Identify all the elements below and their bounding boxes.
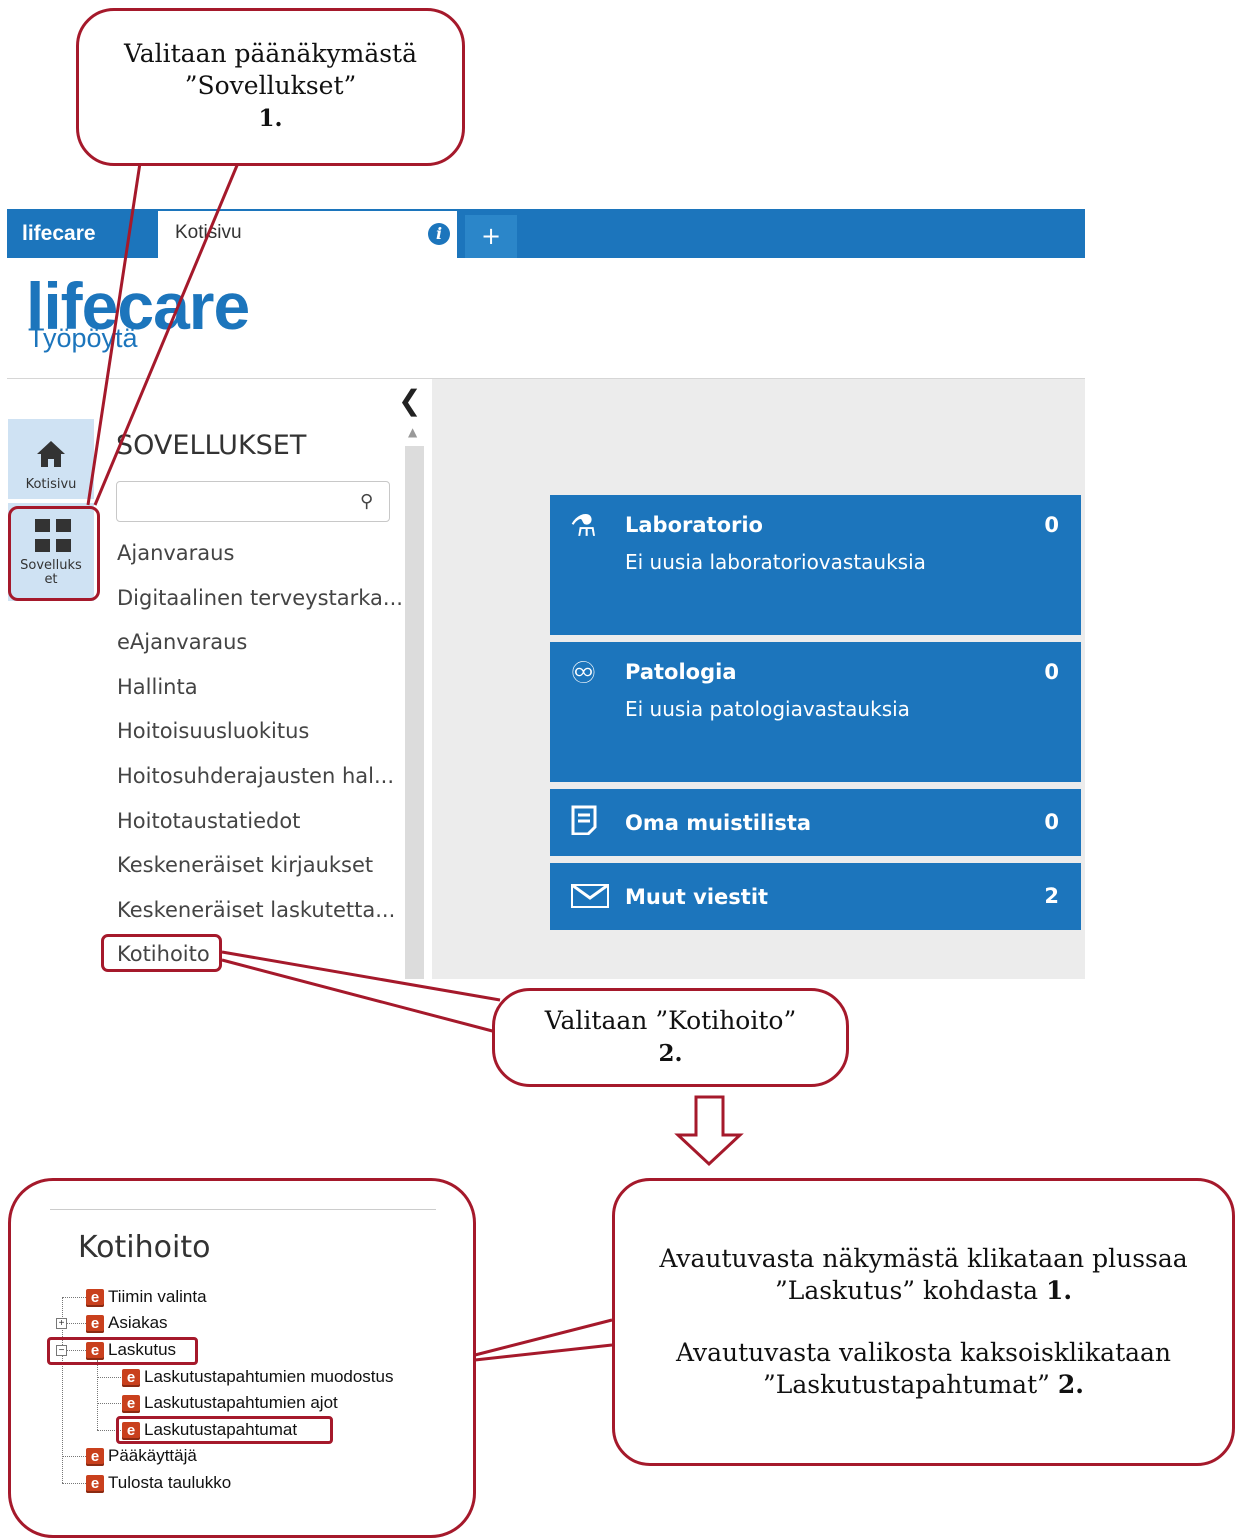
app-e-icon: e [122,1394,140,1413]
callout-step-2: Valitaan ”Kotihoito” 2. [492,988,849,1087]
tree-item-label: Pääkäyttäjä [108,1446,197,1465]
tree-guide [97,1377,121,1378]
tree-title: Kotihoito [78,1230,211,1265]
callout-text-line: ”Laskutustapahtumat” 2. [615,1369,1232,1401]
callout-laskutus-instructions: Avautuvasta näkymästä klikataan plussaa … [612,1178,1235,1466]
tree-item-label: Laskutustapahtumien muodostus [144,1367,394,1386]
callout-step-1: Valitaan päänäkymästä ”Sovellukset” 1. [76,8,465,166]
callout-text: Avautuvasta valikosta kaksoisklikataan [675,1338,1172,1367]
tree-guide [97,1360,98,1430]
callout-text: ”Laskutustapahtumat” [763,1370,1050,1399]
down-arrow-icon [674,1095,744,1167]
app-e-icon: e [86,1474,104,1493]
app-e-icon: e [86,1447,104,1466]
tree-guide [97,1403,121,1404]
tree-guide [62,1456,86,1457]
tree-item-laskutustapahtumien-muodostus[interactable]: e Laskutustapahtumien muodostus [122,1366,394,1388]
tree-item-tulosta-taulukko[interactable]: e Tulosta taulukko [86,1472,231,1494]
app-e-icon: e [86,1288,104,1307]
tree-item-asiakas[interactable]: e Asiakas [86,1312,168,1334]
callout-step-number: 2. [1057,1370,1084,1399]
app-e-icon: e [122,1368,140,1387]
callout-text: Valitaan päänäkymästä [123,39,418,68]
tree-item-label: Tulosta taulukko [108,1473,232,1492]
callout-text: ”Laskutus” kohdasta [774,1276,1038,1305]
callout-text: Valitaan ”Kotihoito” [544,1005,797,1035]
tree-guide [66,1323,86,1324]
tree-item-label: Asiakas [108,1313,168,1332]
callout-text-line: ”Laskutus” kohdasta 1. [615,1275,1232,1307]
highlight-laskutustapahtumat [116,1416,333,1444]
tree-top-rule [50,1209,436,1210]
tree-item-tiimin-valinta[interactable]: e Tiimin valinta [86,1286,207,1308]
callout-text: Avautuvasta näkymästä klikataan plussaa [659,1244,1188,1273]
highlight-laskutus [47,1337,198,1365]
tree-guide [62,1483,86,1484]
callout-step-number: 2. [658,1039,683,1067]
app-e-icon: e [86,1314,104,1333]
callout-step-number: 1. [1045,1276,1073,1305]
tree-guide [62,1297,86,1298]
callout-step-number: 1. [258,105,283,132]
tree-item-laskutustapahtumien-ajot[interactable]: e Laskutustapahtumien ajot [122,1392,338,1414]
callout-text: ”Sovellukset” [184,71,357,100]
tree-item-label: Laskutustapahtumien ajot [144,1393,338,1412]
tree-item-label: Tiimin valinta [108,1287,207,1306]
tree-item-paakayttaja[interactable]: e Pääkäyttäjä [86,1445,197,1467]
expand-asiakas-icon[interactable]: + [56,1318,67,1329]
